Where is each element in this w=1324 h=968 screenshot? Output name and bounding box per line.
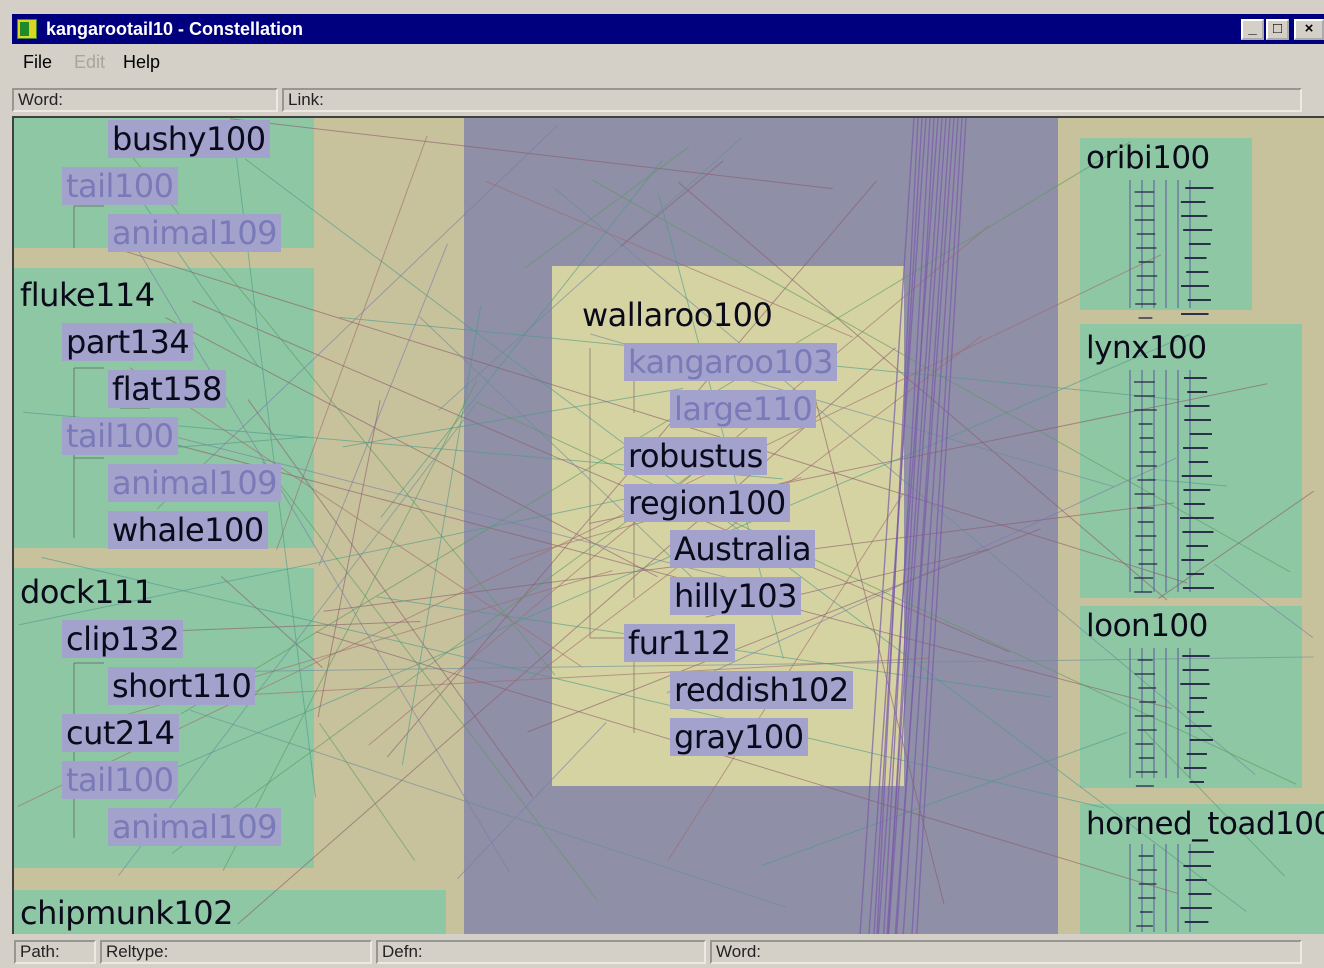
- node-gray100[interactable]: gray100: [670, 718, 808, 756]
- node-oribi100[interactable]: oribi100: [1086, 140, 1210, 176]
- node-tail100[interactable]: tail100: [62, 417, 178, 455]
- node-whale100[interactable]: whale100: [108, 511, 268, 549]
- node-tail100[interactable]: tail100: [62, 167, 178, 205]
- maximize-button[interactable]: □: [1266, 19, 1289, 40]
- link-field[interactable]: Link:: [282, 88, 1302, 112]
- node-cut214[interactable]: cut214: [62, 714, 179, 752]
- status-reltype: Reltype:: [100, 940, 372, 964]
- status-path: Path:: [14, 940, 96, 964]
- node-bushy100[interactable]: bushy100: [108, 120, 270, 158]
- node-dock111[interactable]: dock111: [16, 573, 158, 611]
- node-reddish102[interactable]: reddish102: [670, 671, 853, 709]
- node-animal109[interactable]: animal109: [108, 464, 282, 502]
- node-flat158[interactable]: flat158: [108, 370, 226, 408]
- node-animal109[interactable]: animal109: [108, 214, 282, 252]
- node-region100[interactable]: region100: [624, 484, 790, 522]
- node-fur112[interactable]: fur112: [624, 624, 735, 662]
- node-part134[interactable]: part134: [62, 323, 194, 361]
- status-bar: Path: Reltype: Defn: Word:: [12, 936, 1324, 968]
- node-short110[interactable]: short110: [108, 667, 256, 705]
- app-icon[interactable]: [17, 19, 37, 39]
- menu-help[interactable]: Help: [123, 52, 160, 73]
- menu-bar: File Edit Help: [12, 46, 1324, 80]
- node-horned-toad100[interactable]: horned_toad100: [1086, 806, 1324, 842]
- minimize-button[interactable]: _: [1241, 19, 1264, 40]
- node-robustus[interactable]: robustus: [624, 437, 767, 475]
- close-button[interactable]: ×: [1294, 19, 1324, 40]
- menu-edit[interactable]: Edit: [74, 52, 105, 73]
- node-australia[interactable]: Australia: [670, 530, 816, 568]
- node-wallaroo100[interactable]: wallaroo100: [578, 296, 776, 334]
- node-chipmunk102[interactable]: chipmunk102: [16, 894, 237, 932]
- status-word: Word:: [710, 940, 1302, 964]
- node-loon100[interactable]: loon100: [1086, 608, 1208, 644]
- node-fluke114[interactable]: fluke114: [16, 276, 159, 314]
- window-title: kangarootail10 - Constellation: [46, 19, 304, 39]
- menu-file[interactable]: File: [23, 52, 52, 73]
- constellation-canvas[interactable]: bushy100 tail100 animal109 fluke114 part…: [12, 116, 1324, 934]
- node-clip132[interactable]: clip132: [62, 620, 184, 658]
- node-tail100[interactable]: tail100: [62, 761, 178, 799]
- status-defn: Defn:: [376, 940, 706, 964]
- node-kangaroo103[interactable]: kangaroo103: [624, 343, 837, 381]
- word-field[interactable]: Word:: [12, 88, 278, 112]
- title-bar[interactable]: kangarootail10 - Constellation _ □ ×: [12, 14, 1324, 44]
- node-hilly103[interactable]: hilly103: [670, 577, 801, 615]
- node-animal109[interactable]: animal109: [108, 808, 282, 846]
- node-large110[interactable]: large110: [670, 390, 817, 428]
- node-lynx100[interactable]: lynx100: [1086, 330, 1207, 366]
- application-window: kangarootail10 - Constellation _ □ × Fil…: [0, 0, 1324, 968]
